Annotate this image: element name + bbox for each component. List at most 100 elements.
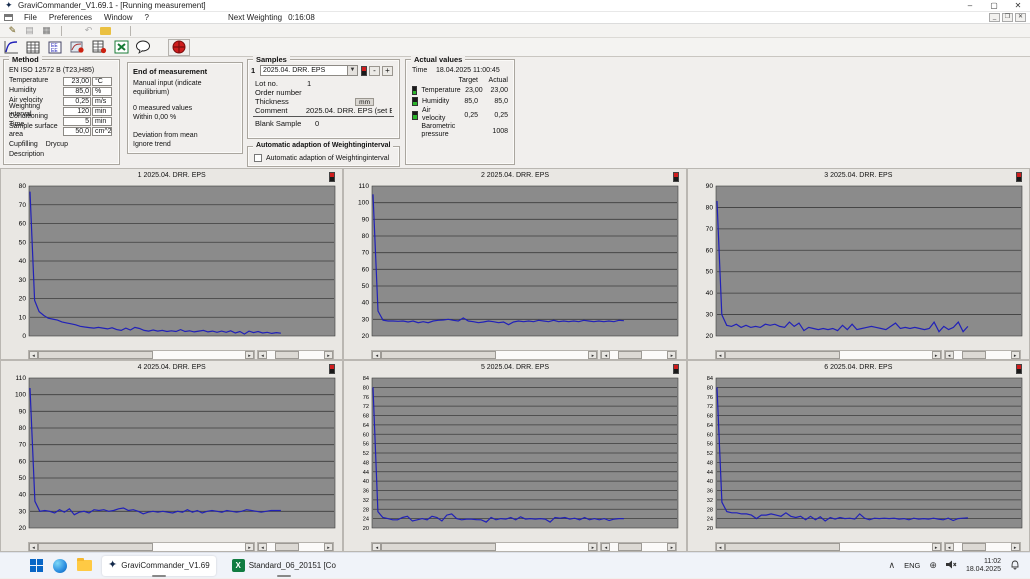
comment-bubble-icon[interactable] <box>134 39 152 55</box>
scroll-left-arrow[interactable]: ◂ <box>372 351 381 359</box>
mdi-restore-button[interactable]: ❐ <box>1002 13 1013 22</box>
scroll-left-arrow[interactable]: ◂ <box>29 351 38 359</box>
scroll-track[interactable] <box>381 351 588 359</box>
scroll-left-arrow[interactable]: ◂ <box>258 351 267 359</box>
temperature-field[interactable]: 23,00 <box>63 77 91 86</box>
scroll-left-arrow[interactable]: ◂ <box>945 351 954 359</box>
scroll-left-arrow[interactable]: ◂ <box>601 543 610 551</box>
scroll-right-arrow[interactable]: ▸ <box>588 351 597 359</box>
menu-help[interactable]: ? <box>138 13 154 22</box>
stop-measurement-button[interactable] <box>168 39 190 56</box>
curve-chart-icon[interactable] <box>2 39 20 55</box>
scroll-track[interactable] <box>267 543 324 551</box>
scroll-right-arrow[interactable]: ▸ <box>324 351 333 359</box>
scroll-left-arrow[interactable]: ◂ <box>945 543 954 551</box>
thickness-unit-button[interactable]: mm <box>355 98 374 106</box>
maximize-button[interactable]: ▢ <box>982 0 1006 12</box>
remove-sample-button[interactable]: - <box>369 66 380 76</box>
auto-adaption-checkbox[interactable] <box>254 154 262 162</box>
scroll-left-arrow[interactable]: ◂ <box>716 351 725 359</box>
scroll-left-arrow[interactable]: ◂ <box>716 543 725 551</box>
chart-x-scrollbar[interactable]: ◂▸ <box>28 542 255 552</box>
menu-preferences[interactable]: Preferences <box>43 13 98 22</box>
mdi-close-button[interactable]: ✕ <box>1015 13 1026 22</box>
scroll-thumb[interactable] <box>275 351 299 359</box>
document-icon[interactable]: ▤ <box>23 25 36 37</box>
file-explorer-icon[interactable] <box>77 560 92 571</box>
scroll-right-arrow[interactable]: ▸ <box>245 351 254 359</box>
taskbar-gravicommander-button[interactable]: ✦ GraviCommander_V1.69 <box>102 556 216 576</box>
close-button[interactable]: ✕ <box>1006 0 1030 12</box>
chart-zoom-scrollbar[interactable]: ◂▸ <box>600 350 677 360</box>
scroll-right-arrow[interactable]: ▸ <box>245 543 254 551</box>
speaker-muted-icon[interactable] <box>946 560 957 571</box>
sample-select[interactable]: 2025.04. DRR. EPS ▼ <box>260 65 358 76</box>
menu-file[interactable]: File <box>18 13 43 22</box>
surface-area-field[interactable]: 50,0 <box>63 127 91 136</box>
scroll-right-arrow[interactable]: ▸ <box>932 351 941 359</box>
scroll-thumb[interactable] <box>38 351 153 359</box>
scroll-thumb[interactable] <box>962 543 986 551</box>
chart-zoom-scrollbar[interactable]: ◂▸ <box>257 542 334 552</box>
clock[interactable]: 11:02 18.04.2025 <box>966 558 1001 574</box>
chart-x-scrollbar[interactable]: ◂▸ <box>371 542 598 552</box>
taskbar-excel-button[interactable]: X Standard_06_20151 [Co <box>226 556 342 576</box>
scroll-thumb[interactable] <box>725 351 840 359</box>
scroll-track[interactable] <box>610 351 667 359</box>
scroll-right-arrow[interactable]: ▸ <box>1011 543 1020 551</box>
chart-x-scrollbar[interactable]: ◂▸ <box>371 350 598 360</box>
scroll-track[interactable] <box>954 543 1011 551</box>
air-velocity-field[interactable]: 0,25 <box>63 97 91 106</box>
scroll-left-arrow[interactable]: ◂ <box>601 351 610 359</box>
scroll-track[interactable] <box>725 351 932 359</box>
scroll-thumb[interactable] <box>381 351 496 359</box>
start-button[interactable] <box>30 559 43 572</box>
scroll-right-arrow[interactable]: ▸ <box>324 543 333 551</box>
undo-icon[interactable]: ↶ <box>82 25 95 37</box>
scroll-right-arrow[interactable]: ▸ <box>1011 351 1020 359</box>
scroll-track[interactable] <box>381 543 588 551</box>
humidity-field[interactable]: 85,0 <box>63 87 91 96</box>
chart-x-scrollbar[interactable]: ◂▸ <box>715 350 942 360</box>
table-icon[interactable] <box>24 39 42 55</box>
scroll-track[interactable] <box>38 543 245 551</box>
mdi-minimize-button[interactable]: _ <box>989 13 1000 22</box>
minimize-button[interactable]: – <box>958 0 982 12</box>
notification-bell-icon[interactable] <box>1010 559 1020 572</box>
chart-x-scrollbar[interactable]: ◂▸ <box>28 350 255 360</box>
language-indicator[interactable]: ENG <box>904 561 920 570</box>
network-globe-icon[interactable]: ⊕ <box>929 560 937 571</box>
chart-zoom-scrollbar[interactable]: ◂▸ <box>257 350 334 360</box>
scroll-thumb[interactable] <box>38 543 153 551</box>
chevron-down-icon[interactable]: ▼ <box>347 66 357 75</box>
scroll-thumb[interactable] <box>618 543 642 551</box>
scroll-left-arrow[interactable]: ◂ <box>258 543 267 551</box>
weighting-interval-field[interactable]: 120 <box>63 107 91 116</box>
edge-browser-icon[interactable] <box>53 559 67 573</box>
add-sample-button[interactable]: + <box>382 66 393 76</box>
tray-chevron-icon[interactable]: ∧ <box>889 560 896 571</box>
scroll-right-arrow[interactable]: ▸ <box>667 351 676 359</box>
scroll-left-arrow[interactable]: ◂ <box>29 543 38 551</box>
excel-export-icon[interactable] <box>112 39 130 55</box>
scroll-right-arrow[interactable]: ▸ <box>667 543 676 551</box>
chart-zoom-scrollbar[interactable]: ◂▸ <box>600 542 677 552</box>
chart-x-scrollbar[interactable]: ◂▸ <box>715 542 942 552</box>
chart-zoom-scrollbar[interactable]: ◂▸ <box>944 350 1021 360</box>
edit-pencil-icon[interactable]: ✎ <box>6 25 19 37</box>
menu-window[interactable]: Window <box>98 13 138 22</box>
table-marker-icon[interactable] <box>90 39 108 55</box>
save-icon[interactable]: ▦ <box>40 25 53 37</box>
scroll-track[interactable] <box>954 351 1011 359</box>
scroll-track[interactable] <box>725 543 932 551</box>
chart-marker-icon[interactable] <box>68 39 86 55</box>
scroll-track[interactable] <box>267 351 324 359</box>
folder-open-icon[interactable] <box>99 25 112 37</box>
scroll-thumb[interactable] <box>962 351 986 359</box>
conditioning-time-field[interactable]: 5 <box>63 117 91 126</box>
scroll-right-arrow[interactable]: ▸ <box>932 543 941 551</box>
scroll-thumb[interactable] <box>725 543 840 551</box>
chart-zoom-scrollbar[interactable]: ◂▸ <box>944 542 1021 552</box>
values-table-icon[interactable]: EEEE <box>46 39 64 55</box>
scroll-left-arrow[interactable]: ◂ <box>372 543 381 551</box>
